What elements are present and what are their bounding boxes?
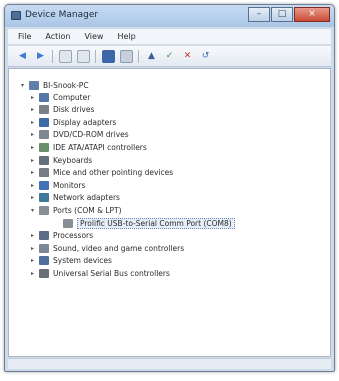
back-icon[interactable]: ◀ [16, 50, 29, 63]
properties-icon[interactable] [59, 49, 72, 63]
category-label: Keyboards [53, 155, 93, 165]
collapse-icon[interactable]: ▾ [29, 207, 36, 214]
tree-item[interactable]: ▸ IDE ATA/ATAPI controllers [29, 141, 147, 153]
tree-item[interactable]: ▸ Mice and other pointing devices [29, 167, 173, 179]
toolbar-separator [138, 49, 139, 63]
expand-icon[interactable]: ▸ [29, 270, 36, 277]
toolbar: ◀ ▶ ▲ ✓ ✕ ↺ [8, 46, 331, 67]
expand-icon[interactable]: ▸ [29, 194, 36, 201]
category-label: Mice and other pointing devices [53, 168, 174, 178]
device-category-icon [39, 205, 49, 215]
category-label: Processors [53, 231, 94, 241]
collapse-icon[interactable]: ▾ [19, 82, 26, 89]
category-label: Universal Serial Bus controllers [53, 268, 170, 278]
update-driver-icon[interactable] [120, 49, 133, 63]
tree-item[interactable]: ▸ Processors [29, 230, 93, 242]
tree-item[interactable]: ▸ Sound, video and game controllers [29, 242, 184, 254]
title-bar[interactable]: Device Manager – □ × [5, 5, 334, 27]
category-label: Computer [53, 92, 91, 102]
tree-item[interactable]: ▸ Disk drives [29, 104, 94, 116]
tree-root-label: BI-Snook-PC [43, 80, 89, 90]
menu-file[interactable]: File [18, 32, 31, 41]
expand-icon[interactable]: ▸ [29, 131, 36, 138]
device-manager-window: Device Manager – □ × File Action View He… [4, 4, 335, 372]
category-label: System devices [53, 256, 112, 266]
disable-icon[interactable]: ▲ [145, 50, 158, 63]
device-category-icon [39, 180, 49, 190]
category-label: IDE ATA/ATAPI controllers [53, 142, 147, 152]
uninstall-icon[interactable]: ✕ [181, 50, 194, 63]
category-label: Display adapters [53, 117, 117, 127]
menu-help[interactable]: Help [117, 32, 135, 41]
toolbar-separator [52, 49, 53, 63]
minimize-button[interactable]: – [248, 7, 270, 22]
window-controls: – □ × [247, 7, 330, 23]
tree-item[interactable]: ▸ Computer [29, 91, 90, 103]
device-category-icon [39, 243, 49, 253]
device-category-icon [39, 155, 49, 165]
expand-icon[interactable]: ▸ [29, 245, 36, 252]
category-label: Sound, video and game controllers [53, 243, 185, 253]
category-label: Disk drives [53, 105, 95, 115]
expand-icon[interactable]: ▸ [29, 106, 36, 113]
category-label: Monitors [53, 180, 86, 190]
category-label: DVD/CD-ROM drives [53, 130, 129, 140]
device-category-icon [39, 117, 49, 127]
device-category-icon [39, 105, 49, 115]
expand-icon[interactable]: ▸ [29, 144, 36, 151]
status-bar [8, 358, 331, 369]
menu-view[interactable]: View [84, 32, 103, 41]
help-icon[interactable] [77, 49, 90, 63]
enable-icon[interactable]: ✓ [163, 50, 176, 63]
computer-icon [29, 80, 39, 90]
rollback-icon[interactable]: ↺ [199, 50, 212, 63]
device-category-icon [39, 193, 49, 203]
device-category-icon [39, 92, 49, 102]
expand-icon[interactable]: ▸ [29, 257, 36, 264]
expand-icon[interactable]: ▸ [29, 94, 36, 101]
tree-item[interactable]: ▸ Keyboards [29, 154, 92, 166]
expand-icon[interactable]: ▸ [29, 119, 36, 126]
device-category-icon [39, 130, 49, 140]
device-tree[interactable]: ▾ BI-Snook-PC ▸ Computer ▸ Disk drives ▸ Disp… [8, 68, 331, 357]
device-category-icon [39, 268, 49, 278]
tree-item[interactable]: ▸ Display adapters [29, 116, 116, 128]
maximize-button[interactable]: □ [271, 7, 293, 22]
tree-item[interactable]: ▾ Ports (COM & LPT) [29, 204, 122, 216]
expand-icon[interactable]: ▸ [29, 232, 36, 239]
device-category-icon [39, 168, 49, 178]
menu-bar: File Action View Help [8, 29, 331, 45]
expand-icon[interactable]: ▸ [29, 169, 36, 176]
expand-icon[interactable]: ▸ [29, 182, 36, 189]
device-category-icon [39, 256, 49, 266]
category-label: Network adapters [53, 193, 120, 203]
device-category-icon [63, 218, 73, 228]
forward-icon[interactable]: ▶ [34, 50, 47, 63]
scan-icon[interactable] [102, 49, 115, 63]
tree-root[interactable]: ▾ BI-Snook-PC [19, 79, 89, 91]
tree-item[interactable]: Prolific USB-to-Serial Comm Port (COM8) [53, 217, 235, 229]
device-manager-icon [11, 11, 21, 20]
window-title: Device Manager [25, 10, 99, 20]
tree-item[interactable]: ▸ Monitors [29, 179, 85, 191]
device-label: Prolific USB-to-Serial Comm Port (COM8) [77, 217, 235, 229]
device-category-icon [39, 231, 49, 241]
tree-item[interactable]: ▸ DVD/CD-ROM drives [29, 129, 129, 141]
category-label: Ports (COM & LPT) [53, 205, 122, 215]
device-category-icon [39, 142, 49, 152]
tree-item[interactable]: ▸ Universal Serial Bus controllers [29, 267, 170, 279]
expand-icon[interactable]: ▸ [29, 157, 36, 164]
toolbar-separator [95, 49, 96, 63]
menu-action[interactable]: Action [45, 32, 70, 41]
tree-item[interactable]: ▸ System devices [29, 255, 112, 267]
tree-item[interactable]: ▸ Network adapters [29, 192, 120, 204]
close-button[interactable]: × [294, 7, 330, 22]
